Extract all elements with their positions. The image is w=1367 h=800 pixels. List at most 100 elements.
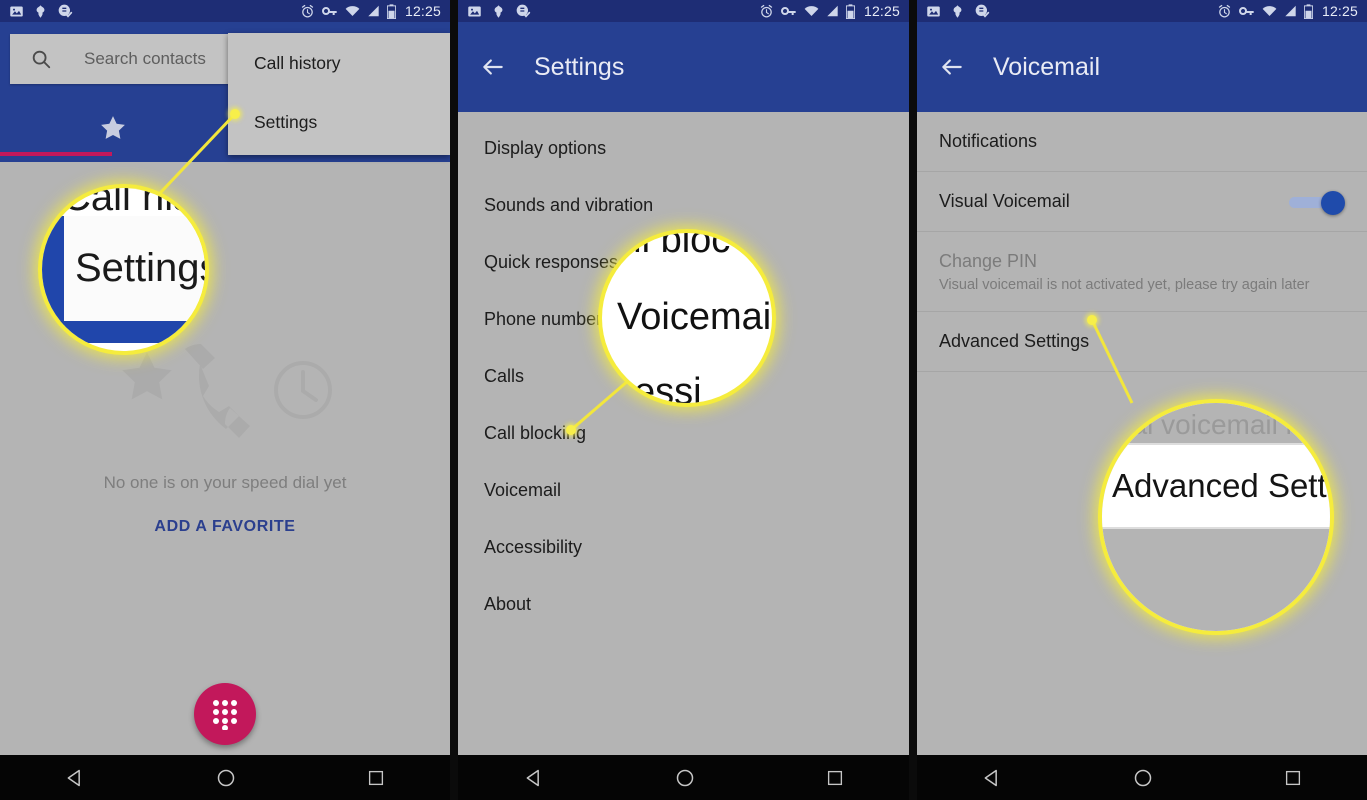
status-bar-left-icons	[9, 3, 73, 19]
settings-app-bar: Settings	[458, 22, 909, 112]
status-bar-clock-2: 12:25	[863, 3, 900, 19]
signal-icon	[368, 5, 379, 17]
magnifier-advanced-settings: ual voicemail is Advanced Settings	[1102, 403, 1330, 631]
menu-item-call-history[interactable]: Call history	[228, 41, 450, 86]
magnified-ghost-text-below: cessi	[615, 371, 702, 403]
magnified-target-text: Advanced Settings	[1112, 467, 1330, 504]
magnified-ghost-text: ual voicemail is	[1116, 409, 1306, 440]
voicemail-item-label: Notifications	[939, 131, 1038, 151]
settings-item-call-blocking[interactable]: Call blocking	[458, 405, 909, 462]
magnified-divider-bottom	[1102, 527, 1330, 529]
android-nav-bar	[0, 755, 450, 800]
voicemail-item-label: Advanced Settings	[939, 331, 1090, 351]
android-nav-bar-2	[458, 755, 909, 800]
menu-item-settings[interactable]: Settings	[228, 100, 450, 145]
circle-home-icon[interactable]	[1133, 768, 1153, 788]
android-nav-bar-3	[917, 755, 1367, 800]
alarm-icon	[1218, 4, 1231, 17]
signal-icon	[1285, 5, 1296, 17]
magnifier-settings: Call his Settings	[42, 188, 205, 351]
square-recents-icon[interactable]	[826, 769, 844, 787]
voicemail-item-change-pin: Change PIN Visual voicemail is not activ…	[917, 232, 1367, 312]
voicemail-item-label: Change PIN	[939, 250, 1038, 271]
image-icon	[10, 6, 23, 16]
magnified-appbar-bottom	[42, 321, 205, 343]
leaf-icon	[36, 4, 45, 18]
magnified-ghost-text: Call his	[62, 188, 194, 219]
status-bar-clock-3: 12:25	[1321, 3, 1358, 19]
sync-check-icon	[58, 4, 73, 18]
alarm-icon	[760, 4, 773, 17]
voicemail-item-advanced-settings[interactable]: Advanced Settings	[917, 312, 1367, 372]
status-bar-right-icons: 12:25	[300, 3, 441, 19]
search-placeholder: Search contacts	[84, 49, 206, 68]
triangle-back-icon[interactable]	[65, 768, 85, 788]
image-icon	[927, 6, 940, 16]
callout-anchor-advanced-settings	[1087, 315, 1097, 325]
battery-icon	[386, 3, 396, 19]
voicemail-item-label: Visual Voicemail	[939, 191, 1070, 211]
toggle-thumb	[1321, 190, 1345, 215]
magnifier-voicemail: all bloc Voicemail cessi	[602, 233, 772, 403]
empty-state-message: No one is on your speed dial yet	[103, 473, 347, 492]
overflow-menu: Call history Settings	[228, 33, 450, 155]
settings-item-sounds-and-vibration[interactable]: Sounds and vibration	[458, 177, 909, 234]
status-bar-3: 12:25	[917, 0, 1367, 22]
voicemail-item-subtitle: Visual voicemail is not activated yet, p…	[939, 276, 1310, 293]
page-title: Voicemail	[993, 52, 1100, 81]
triangle-back-icon[interactable]	[982, 768, 1002, 788]
leaf-icon	[494, 4, 503, 18]
dialpad-icon	[213, 700, 237, 730]
visual-voicemail-toggle[interactable]	[1289, 190, 1345, 215]
settings-item-about[interactable]: About	[458, 576, 909, 633]
circle-home-icon[interactable]	[675, 768, 695, 788]
battery-icon	[1303, 3, 1313, 19]
phone-panel-dialer: 12:25 Search contacts No one is on your …	[0, 0, 450, 800]
magnifier-advanced-settings-content: ual voicemail is Advanced Settings	[1102, 403, 1330, 631]
voicemail-app-bar: Voicemail	[917, 22, 1367, 112]
magnified-divider-top	[1102, 443, 1330, 445]
voicemail-item-visual-voicemail[interactable]: Visual Voicemail	[917, 172, 1367, 232]
magnifier-settings-content: Call his Settings	[42, 188, 205, 351]
battery-icon	[845, 3, 855, 19]
change-pin-text-block: Change PIN Visual voicemail is not activ…	[939, 251, 1309, 293]
back-arrow-icon[interactable]	[480, 54, 506, 80]
image-icon	[468, 6, 481, 16]
star-icon	[100, 116, 125, 139]
alarm-icon	[301, 4, 314, 17]
circle-home-icon[interactable]	[216, 768, 236, 788]
settings-item-accessibility[interactable]: Accessibility	[458, 519, 909, 576]
wifi-icon	[345, 6, 360, 16]
screenshot-stage: 12:25 Search contacts No one is on your …	[0, 0, 1367, 800]
status-bar-left-icons-2	[467, 3, 531, 19]
status-bar: 12:25	[0, 0, 450, 22]
wifi-icon	[1262, 6, 1277, 16]
status-bar-right-icons-2: 12:25	[759, 3, 900, 19]
phone-panel-voicemail: 12:25 Voicemail Notifications Visual Voi…	[917, 0, 1367, 800]
tab-favorites[interactable]	[0, 100, 225, 156]
voicemail-item-notifications[interactable]: Notifications	[917, 112, 1367, 172]
status-bar-clock: 12:25	[404, 3, 441, 19]
magnified-target-text: Voicemail	[617, 296, 772, 338]
back-arrow-icon[interactable]	[939, 54, 965, 80]
callout-anchor-voicemail	[566, 425, 576, 435]
status-bar-left-icons-3	[926, 3, 990, 19]
settings-item-voicemail[interactable]: Voicemail	[458, 462, 909, 519]
search-icon	[32, 50, 51, 69]
leaf-icon	[953, 4, 962, 18]
callout-anchor-settings	[230, 109, 240, 119]
page-title: Settings	[534, 52, 625, 81]
square-recents-icon[interactable]	[1284, 769, 1302, 787]
add-a-favorite-button[interactable]: ADD A FAVORITE	[0, 518, 450, 536]
dialpad-fab[interactable]	[194, 683, 256, 745]
magnifier-voicemail-content: all bloc Voicemail cessi	[602, 233, 772, 403]
triangle-back-icon[interactable]	[524, 768, 544, 788]
sync-check-icon	[516, 4, 531, 18]
magnified-target-text: Settings	[75, 246, 205, 290]
speed-dial-empty-state: No one is on your speed dial yet ADD A F…	[0, 330, 450, 536]
sync-check-icon	[975, 4, 990, 18]
square-recents-icon[interactable]	[367, 769, 385, 787]
settings-item-display-options[interactable]: Display options	[458, 120, 909, 177]
signal-icon	[827, 5, 838, 17]
vpn-key-icon	[321, 7, 337, 15]
